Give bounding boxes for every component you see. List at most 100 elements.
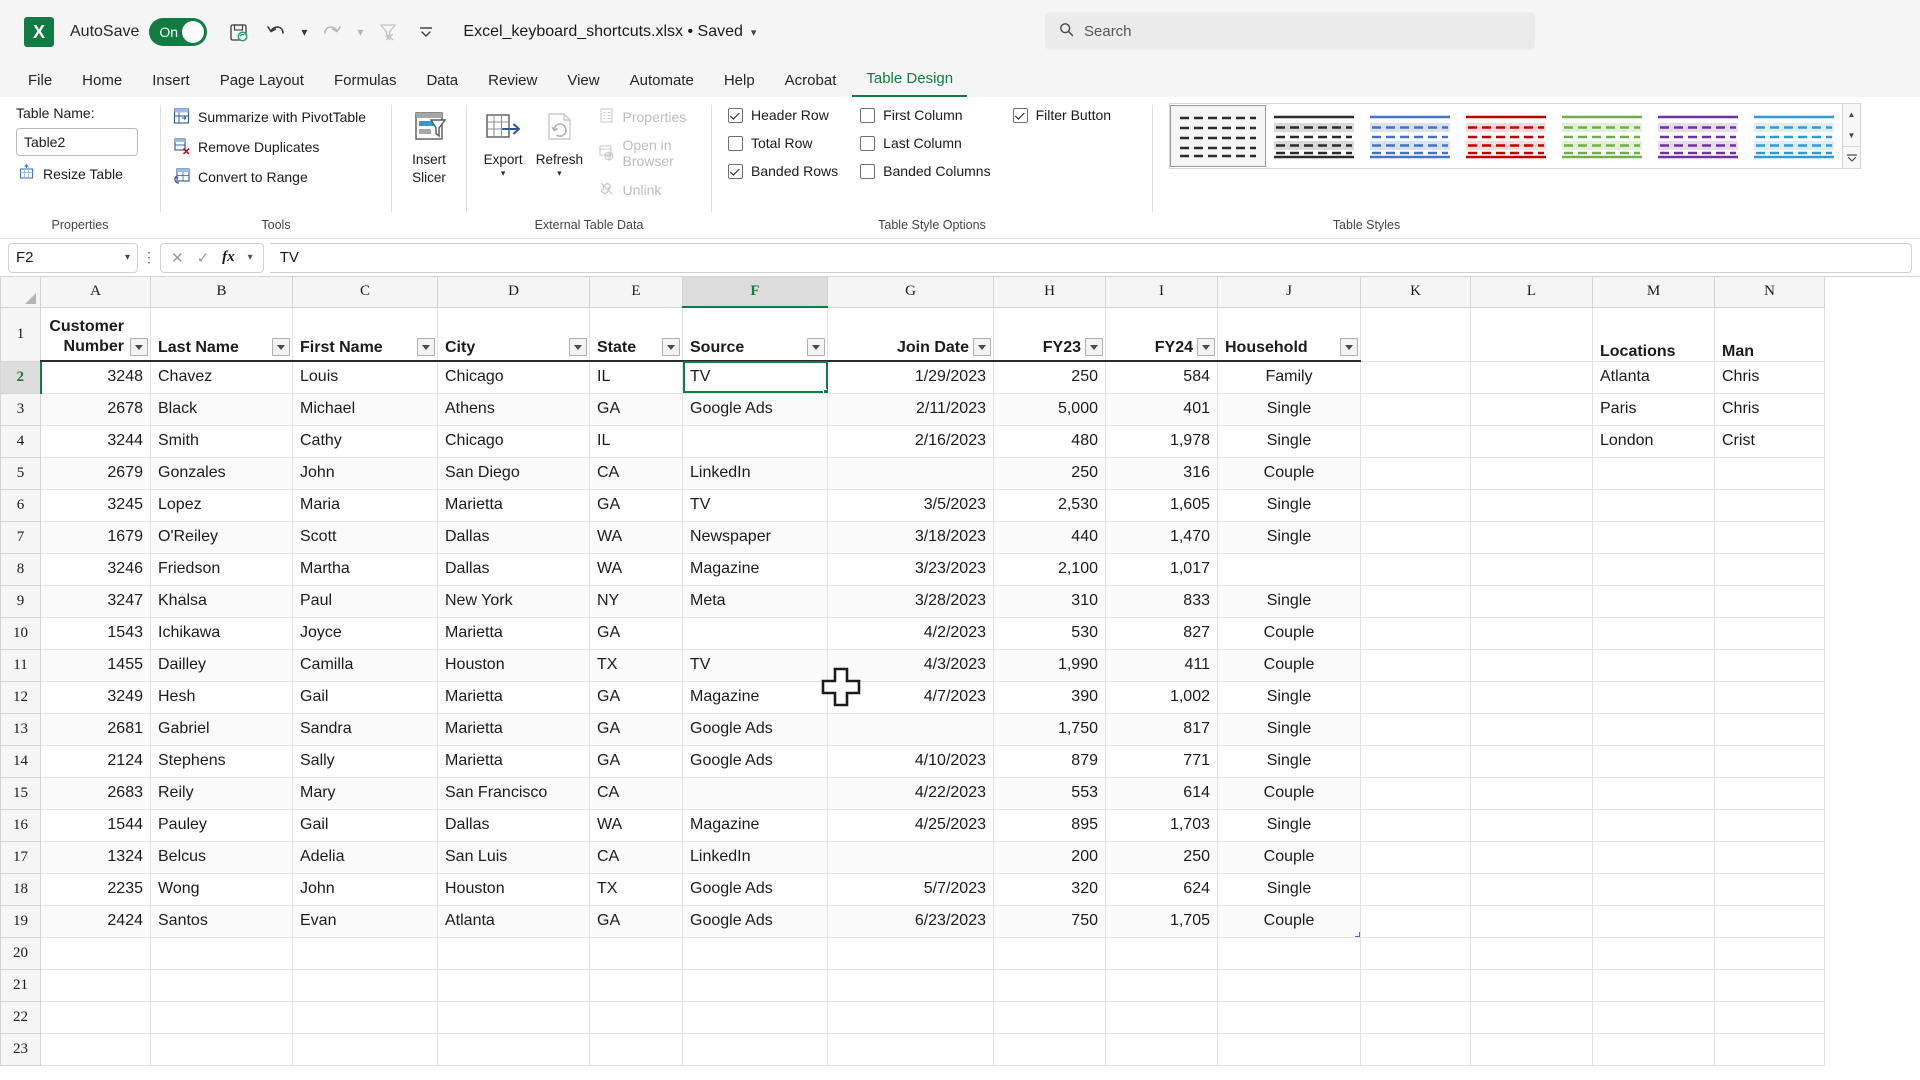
cell-C13[interactable]: Sandra	[292, 713, 438, 746]
cell-C2[interactable]: Louis	[292, 361, 438, 394]
refresh-button[interactable]: Refresh ▾	[533, 103, 585, 177]
cell-I18[interactable]: 624	[1105, 873, 1218, 906]
cell-L10[interactable]	[1470, 617, 1593, 650]
cell-I21[interactable]	[1105, 969, 1218, 1002]
cell-J14[interactable]: Single	[1217, 745, 1361, 778]
checkbox-banded-rows[interactable]: Banded Rows	[728, 163, 838, 179]
cell-L13[interactable]	[1470, 713, 1593, 746]
checkbox-total-row[interactable]: Total Row	[728, 135, 838, 151]
column-header-E[interactable]: E	[589, 277, 683, 308]
cell-M10[interactable]	[1592, 617, 1715, 650]
cell-J2[interactable]: Family	[1217, 361, 1361, 394]
cell-E15[interactable]: CA	[589, 777, 683, 810]
table-style-swatch-teal[interactable]	[1746, 105, 1842, 167]
cell-D4[interactable]: Chicago	[437, 425, 590, 458]
undo-dropdown-icon[interactable]: ▾	[295, 13, 313, 51]
cell-K15[interactable]	[1360, 777, 1471, 810]
formula-input[interactable]: TV	[269, 242, 1912, 273]
cell-C7[interactable]: Scott	[292, 521, 438, 554]
cell-H23[interactable]	[993, 1033, 1106, 1066]
convert-to-range-button[interactable]: Convert to Range	[171, 166, 368, 187]
row-header-11[interactable]: 11	[0, 648, 41, 682]
cell-C21[interactable]	[292, 969, 438, 1002]
table-style-swatch-green[interactable]	[1554, 105, 1650, 167]
header-cell-last-name[interactable]: Last Name	[150, 307, 293, 362]
column-header-M[interactable]: M	[1592, 277, 1715, 308]
cell-E10[interactable]: GA	[589, 617, 683, 650]
cell-F17[interactable]: LinkedIn	[682, 841, 828, 874]
cell-A18[interactable]: 2235	[40, 873, 151, 906]
cell-L9[interactable]	[1470, 585, 1593, 618]
cell-I23[interactable]	[1105, 1033, 1218, 1066]
cell-A8[interactable]: 3246	[40, 553, 151, 586]
cell-C23[interactable]	[292, 1033, 438, 1066]
row-header-23[interactable]: 23	[0, 1032, 41, 1066]
cell-M16[interactable]	[1592, 809, 1715, 842]
cell-H8[interactable]: 2,100	[993, 553, 1106, 586]
cell-B9[interactable]: Khalsa	[150, 585, 293, 618]
cell-J6[interactable]: Single	[1217, 489, 1361, 522]
cell-G3[interactable]: 2/11/2023	[827, 393, 994, 426]
cell-N18[interactable]	[1714, 873, 1825, 906]
cell-N15[interactable]	[1714, 777, 1825, 810]
cell-B20[interactable]	[150, 937, 293, 970]
filter-button-last-name-icon[interactable]	[272, 338, 290, 356]
cell-F3[interactable]: Google Ads	[682, 393, 828, 426]
cell-J10[interactable]: Couple	[1217, 617, 1361, 650]
cell-B10[interactable]: Ichikawa	[150, 617, 293, 650]
row-header-4[interactable]: 4	[0, 424, 41, 458]
filter-button-join-date-icon[interactable]	[973, 338, 991, 356]
tab-table-design[interactable]: Table Design	[852, 66, 968, 97]
summarize-with-pivottable-button[interactable]: Summarize with PivotTable	[171, 106, 368, 127]
cell-I13[interactable]: 817	[1105, 713, 1218, 746]
row-header-19[interactable]: 19	[0, 904, 41, 938]
cell-B2[interactable]: Chavez	[150, 361, 293, 394]
cell-H20[interactable]	[993, 937, 1106, 970]
table-styles-more-icon[interactable]	[1843, 146, 1860, 168]
cell-C3[interactable]: Michael	[292, 393, 438, 426]
header-row-checkbox-icon[interactable]	[728, 107, 743, 123]
cell-I14[interactable]: 771	[1105, 745, 1218, 778]
cell-B13[interactable]: Gabriel	[150, 713, 293, 746]
cell-B11[interactable]: Dailley	[150, 649, 293, 682]
row-header-20[interactable]: 20	[0, 936, 41, 970]
cell-E4[interactable]: IL	[589, 425, 683, 458]
cell-F14[interactable]: Google Ads	[682, 745, 828, 778]
cell-A20[interactable]	[40, 937, 151, 970]
cell-H3[interactable]: 5,000	[993, 393, 1106, 426]
cell-K18[interactable]	[1360, 873, 1471, 906]
cell-C12[interactable]: Gail	[292, 681, 438, 714]
checkbox-banded-columns[interactable]: Banded Columns	[860, 163, 991, 179]
row-header-14[interactable]: 14	[0, 744, 41, 778]
table-style-swatch-dark-gray[interactable]	[1266, 105, 1362, 167]
row-header-2[interactable]: 2	[0, 360, 42, 394]
cell-I17[interactable]: 250	[1105, 841, 1218, 874]
fill-handle[interactable]	[823, 388, 827, 392]
cell-G7[interactable]: 3/18/2023	[827, 521, 994, 554]
cell-J18[interactable]: Single	[1217, 873, 1361, 906]
cell-K22[interactable]	[1360, 1001, 1471, 1034]
cell-J17[interactable]: Couple	[1217, 841, 1361, 874]
cell-F15[interactable]	[682, 777, 828, 810]
cell-M19[interactable]	[1592, 905, 1715, 938]
cell-D3[interactable]: Athens	[437, 393, 590, 426]
cell-N21[interactable]	[1714, 969, 1825, 1002]
cell-E22[interactable]	[589, 1001, 683, 1034]
cell-N19[interactable]	[1714, 905, 1825, 938]
cell-N11[interactable]	[1714, 649, 1825, 682]
column-header-G[interactable]: G	[827, 277, 994, 308]
row-header-18[interactable]: 18	[0, 872, 41, 906]
cell-A6[interactable]: 3245	[40, 489, 151, 522]
cell-J13[interactable]: Single	[1217, 713, 1361, 746]
cell-C6[interactable]: Maria	[292, 489, 438, 522]
cell-A21[interactable]	[40, 969, 151, 1002]
cell-K21[interactable]	[1360, 969, 1471, 1002]
cell-D7[interactable]: Dallas	[437, 521, 590, 554]
cell-G5[interactable]	[827, 457, 994, 490]
formula-bar-options-icon[interactable]: ⋮	[138, 249, 160, 266]
select-all-corner[interactable]	[0, 277, 41, 308]
cell-N20[interactable]	[1714, 937, 1825, 970]
cell-N17[interactable]	[1714, 841, 1825, 874]
cell-B14[interactable]: Stephens	[150, 745, 293, 778]
cell-F13[interactable]: Google Ads	[682, 713, 828, 746]
